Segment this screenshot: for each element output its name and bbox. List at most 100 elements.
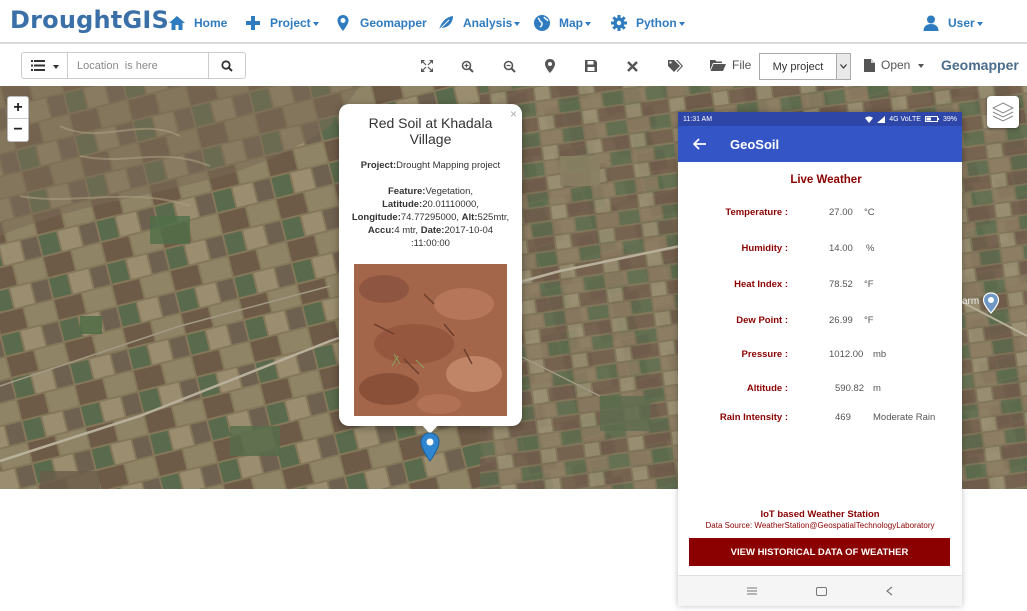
floppy-disk-icon [585, 60, 597, 72]
popup-title: Red Soil at Khadala Village [368, 115, 493, 147]
soil-photo[interactable] [354, 264, 507, 416]
expand-icon [421, 60, 433, 72]
globe-icon [534, 15, 550, 31]
search-button[interactable] [208, 52, 246, 79]
zoom-control: + − [7, 96, 29, 142]
back-chevron-icon[interactable] [885, 586, 893, 596]
nav-user-label: User [948, 16, 975, 30]
station-marker-icon[interactable] [982, 292, 1000, 314]
home-icon [169, 16, 185, 30]
nav-project-label: Project [270, 16, 311, 30]
date-label: Date: [420, 225, 445, 236]
plus-icon [246, 16, 260, 30]
zoom-in-icon [461, 60, 474, 73]
brand-logo[interactable]: DroughtGIS [10, 6, 169, 34]
humidity-unit: % [866, 243, 875, 254]
tags-icon [667, 59, 683, 72]
layer-switcher-button[interactable] [987, 96, 1019, 128]
chevron-down-icon [918, 64, 925, 68]
user-icon [923, 15, 939, 31]
zoom-out-button[interactable]: − [8, 119, 28, 141]
app-bar: GeoSoil [678, 126, 962, 162]
longitude-line: Longitude:74.77295000, Alt:525mtr, [345, 211, 516, 224]
nav-user[interactable]: User [922, 12, 983, 34]
nav-analysis[interactable]: Analysis [437, 12, 521, 34]
feature-line: Feature:Vegetation, [345, 185, 516, 198]
clear-tool[interactable] [624, 58, 640, 74]
zoom-out-icon [503, 60, 516, 73]
geosoil-phone-screen: 11:31 AM 4G VoLTE 39% GeoSoil Live Weath… [678, 112, 962, 606]
open-menu[interactable]: Open [864, 58, 925, 72]
select-arrow[interactable] [836, 54, 850, 79]
weather-row-altitude: Altitude : 590.82 m [678, 383, 962, 397]
signal-icon [877, 115, 886, 123]
add-marker-tool[interactable] [542, 58, 558, 74]
nav-geomapper[interactable]: Geomapper [334, 12, 427, 34]
temperature-label: Temperature : [725, 207, 788, 218]
app-title: GeoSoil [730, 136, 780, 152]
weather-row-dew-point: Dew Point : 26.99 °F [678, 315, 962, 329]
menu-icon[interactable] [747, 587, 758, 595]
temperature-value: 27.00 [829, 207, 853, 218]
android-nav-bar [678, 575, 962, 606]
project-select[interactable]: My project [759, 53, 851, 80]
weather-row-rain-intensity: Rain Intensity : 469 Moderate Rain [678, 412, 962, 426]
date-value: 2017-10-04 [444, 225, 494, 236]
gear-icon [611, 15, 627, 31]
altitude-value: 590.82 [835, 383, 865, 394]
phone-status-bar: 11:31 AM 4G VoLTE 39% [678, 112, 962, 126]
open-label: Open [881, 58, 911, 72]
location-marker-icon[interactable] [420, 432, 440, 462]
humidity-label: Humidity : [741, 243, 788, 254]
time-line: :11:00:00 [411, 238, 450, 249]
back-button[interactable] [678, 138, 722, 150]
dew-point-value: 26.99 [829, 315, 853, 326]
data-source-text: Data Source: WeatherStation@GeospatialTe… [705, 521, 935, 530]
nav-project[interactable]: Project [244, 12, 319, 34]
alt-label: Alt: [461, 212, 478, 223]
dew-point-unit: °F [864, 315, 874, 326]
home-square-icon[interactable] [815, 586, 827, 596]
weather-row-pressure: Pressure : 1012.00 mb [678, 349, 962, 363]
status-indicators: 4G VoLTE 39% [865, 115, 957, 123]
project-select-value: My project [772, 60, 824, 73]
live-weather-heading: Live Weather [790, 174, 862, 186]
view-historical-data-button[interactable]: VIEW HISTORICAL DATA OF WEATHER [689, 538, 950, 566]
top-navbar: DroughtGIS Home Project Geomapper Analys… [0, 0, 1027, 44]
tags-tool[interactable] [667, 58, 683, 74]
iot-station-title: IoT based Weather Station [760, 509, 880, 520]
chevron-down-icon [52, 64, 59, 69]
feature-value: Vegetation, [425, 186, 474, 197]
layer-menu-button[interactable] [21, 52, 67, 79]
longitude-label: Longitude: [351, 212, 401, 223]
soil-image [354, 264, 507, 416]
geomapper-title: Geomapper [941, 57, 1019, 73]
pressure-value: 1012.00 [829, 349, 864, 360]
humidity-value: 14.00 [829, 243, 853, 254]
zoom-out-tool[interactable] [501, 58, 517, 74]
file-icon [864, 58, 875, 72]
file-label: File [732, 58, 752, 72]
longitude-value: 74.77295000, [400, 212, 460, 223]
nav-map[interactable]: Map [533, 12, 591, 34]
nav-python[interactable]: Python [610, 12, 685, 34]
alt-value: 525mtr, [477, 212, 510, 223]
network-label: 4G VoLTE [889, 115, 921, 123]
pressure-unit: mb [873, 349, 887, 360]
location-search-input[interactable] [67, 52, 209, 79]
nav-home[interactable]: Home [168, 12, 227, 34]
save-tool[interactable] [583, 58, 599, 74]
zoom-in-tool[interactable] [459, 58, 475, 74]
file-menu[interactable]: File [710, 58, 751, 72]
layers-icon [992, 102, 1014, 122]
list-icon [30, 60, 45, 71]
map-marker-icon [545, 59, 555, 73]
nav-map-label: Map [559, 16, 583, 30]
fullscreen-button[interactable] [419, 58, 435, 74]
nav-python-label: Python [636, 16, 677, 30]
close-icon [626, 60, 638, 72]
latitude-line: Latitude:20.01110000, [345, 198, 516, 211]
nav-analysis-label: Analysis [463, 16, 513, 30]
zoom-in-button[interactable]: + [8, 97, 28, 119]
chevron-down-icon [976, 22, 983, 26]
